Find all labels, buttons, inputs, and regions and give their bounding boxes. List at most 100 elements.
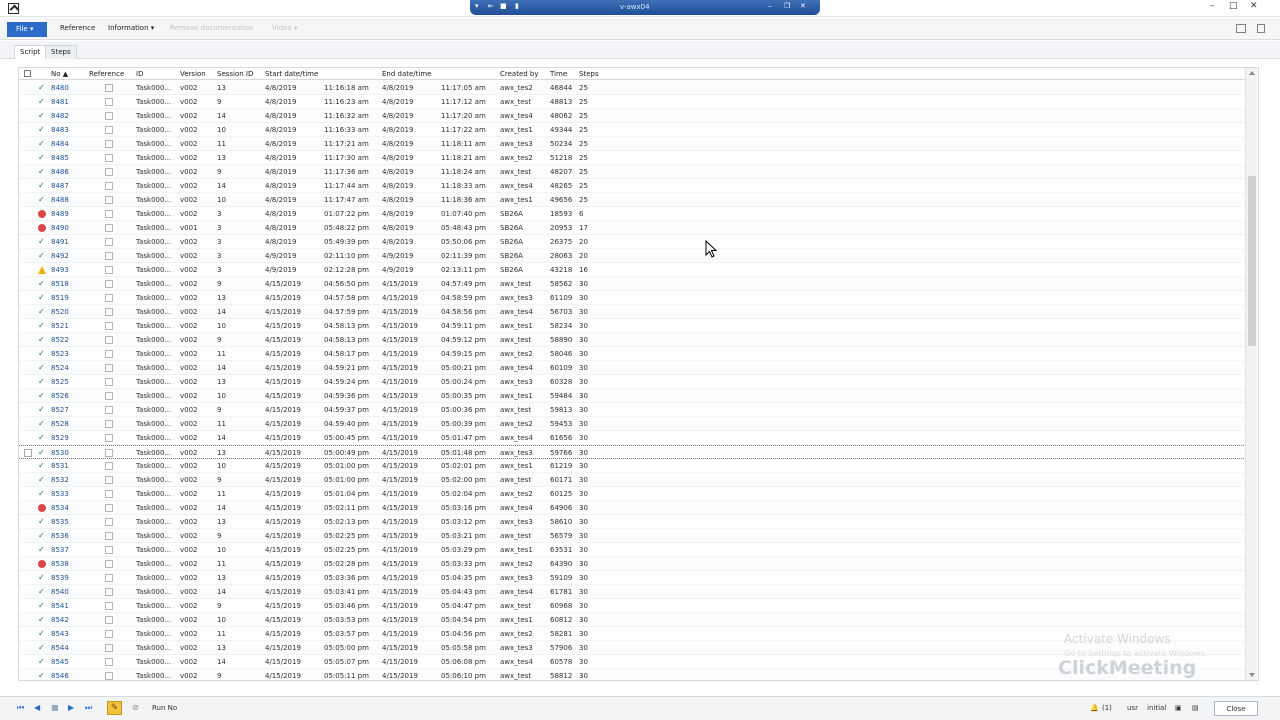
column-header-version[interactable]: Version: [180, 70, 206, 78]
table-row[interactable]: ✓ 8537 Task000... v002 10 4/15/2019 05:02:25 p…: [19, 543, 1250, 557]
reference-checkbox[interactable]: [105, 154, 113, 162]
reference-checkbox[interactable]: [105, 490, 113, 498]
table-row[interactable]: ✓ 8483 Task000... v002 10 4/8/2019 11:16:33 am…: [19, 123, 1250, 137]
notification-bell-icon[interactable]: 🔔: [1090, 704, 1099, 712]
minimize-icon[interactable]: –: [768, 2, 772, 10]
layout-icon[interactable]: [1236, 24, 1246, 33]
reference-checkbox[interactable]: [105, 322, 113, 330]
reference-checkbox[interactable]: [105, 98, 113, 106]
table-row[interactable]: ✓ 8488 Task000... v002 10 4/8/2019 11:17:47 am…: [19, 193, 1250, 207]
pin-icon[interactable]: ▾: [475, 2, 479, 10]
select-all-checkbox[interactable]: [24, 70, 31, 77]
reference-checkbox[interactable]: [105, 350, 113, 358]
reference-checkbox[interactable]: [105, 294, 113, 302]
table-row[interactable]: ✓ 8480 Task000... v002 13 4/8/2019 11:16:18 am…: [19, 81, 1250, 95]
reference-checkbox[interactable]: [105, 182, 113, 190]
table-row[interactable]: 8534 Task000... v002 14 4/15/2019 05:02:11 pm…: [19, 501, 1250, 515]
scroll-up-icon[interactable]: [1249, 71, 1255, 75]
table-row[interactable]: 8490 Task000... v001 3 4/8/2019 05:48:22 pm 4/…: [19, 221, 1250, 235]
tab-steps[interactable]: Steps: [45, 45, 77, 59]
reference-checkbox[interactable]: [105, 672, 113, 680]
table-row[interactable]: ✓ 8542 Task000... v002 10 4/15/2019 05:03:53 p…: [19, 613, 1250, 627]
column-header-reference[interactable]: Reference: [89, 70, 124, 78]
table-row[interactable]: 8493 Task000... v002 3 4/9/2019 02:12:28 pm 4/…: [19, 263, 1250, 277]
column-header-steps[interactable]: Steps: [579, 70, 599, 78]
reference-checkbox[interactable]: [105, 658, 113, 666]
column-header-created-by[interactable]: Created by: [500, 70, 539, 78]
tab-script[interactable]: Script: [14, 45, 47, 59]
edit-pencil-icon[interactable]: ✎: [107, 701, 122, 715]
reference-checkbox[interactable]: [105, 476, 113, 484]
minimize-icon[interactable]: –: [1210, 1, 1215, 11]
reference-checkbox[interactable]: [105, 238, 113, 246]
vertical-scrollbar[interactable]: [1245, 68, 1257, 680]
reference-checkbox[interactable]: [105, 280, 113, 288]
reference-checkbox[interactable]: [105, 378, 113, 386]
sidebar-icon[interactable]: [1257, 24, 1265, 33]
reference-checkbox[interactable]: [105, 210, 113, 218]
column-header-end[interactable]: End date/time: [382, 70, 432, 78]
column-header-start[interactable]: Start date/time: [265, 70, 318, 78]
maximize-icon[interactable]: □: [1229, 1, 1238, 11]
close-icon[interactable]: ✕: [1250, 1, 1258, 11]
table-row[interactable]: ✓ 8519 Task000... v002 13 4/15/2019 04:57:58 p…: [19, 291, 1250, 305]
reference-checkbox[interactable]: [105, 252, 113, 260]
reference-checkbox[interactable]: [105, 644, 113, 652]
table-row[interactable]: ✓ 8520 Task000... v002 14 4/15/2019 04:57:59 p…: [19, 305, 1250, 319]
table-row[interactable]: ✓ 8486 Task000... v002 9 4/8/2019 11:17:36 am 4…: [19, 165, 1250, 179]
reference-menu[interactable]: Reference: [60, 24, 95, 32]
table-row[interactable]: ✓ 8481 Task000... v002 9 4/8/2019 11:16:23 am 4…: [19, 95, 1250, 109]
table-row[interactable]: ✓ 8518 Task000... v002 9 4/15/2019 04:56:50 pm…: [19, 277, 1250, 291]
reference-checkbox[interactable]: [105, 308, 113, 316]
table-row[interactable]: 8538 Task000... v002 11 4/15/2019 05:02:28 pm…: [19, 557, 1250, 571]
column-header-id[interactable]: ID: [136, 70, 143, 78]
back-icon[interactable]: ⇤: [488, 2, 494, 10]
column-header-time[interactable]: Time: [550, 70, 567, 78]
table-row[interactable]: ✓ 8524 Task000... v002 14 4/15/2019 04:59:21 p…: [19, 361, 1250, 375]
table-row[interactable]: ✓ 8485 Task000... v002 13 4/8/2019 11:17:30 am…: [19, 151, 1250, 165]
table-row[interactable]: ✓ 8527 Task000... v002 9 4/15/2019 04:59:37 pm…: [19, 403, 1250, 417]
table-row[interactable]: ✓ 8533 Task000... v002 11 4/15/2019 05:01:04 p…: [19, 487, 1250, 501]
table-row[interactable]: ✓ 8531 Task000... v002 10 4/15/2019 05:01:00 p…: [19, 459, 1250, 473]
filter-icon[interactable]: ⊘: [132, 703, 139, 712]
next-record-icon[interactable]: ▶: [68, 703, 74, 712]
information-menu[interactable]: Information ▾: [108, 24, 154, 32]
table-row[interactable]: ✓ 8541 Task000... v002 9 4/15/2019 05:03:46 pm…: [19, 599, 1250, 613]
close-icon[interactable]: ✕: [800, 2, 806, 10]
table-row[interactable]: ✓ 8535 Task000... v002 13 4/15/2019 05:02:13 p…: [19, 515, 1250, 529]
reference-checkbox[interactable]: [105, 434, 113, 442]
reference-checkbox[interactable]: [105, 560, 113, 568]
file-menu-button[interactable]: File ▾: [7, 22, 47, 37]
reference-checkbox[interactable]: [105, 504, 113, 512]
close-button[interactable]: Close: [1214, 701, 1258, 716]
table-row[interactable]: ✓ 8482 Task000... v002 14 4/8/2019 11:16:32 am…: [19, 109, 1250, 123]
scrollbar-thumb[interactable]: [1248, 176, 1256, 346]
table-row[interactable]: ✓ 8532 Task000... v002 9 4/15/2019 05:01:00 pm…: [19, 473, 1250, 487]
reference-checkbox[interactable]: [105, 196, 113, 204]
reference-checkbox[interactable]: [105, 126, 113, 134]
table-row[interactable]: ✓ 8540 Task000... v002 14 4/15/2019 05:03:41 p…: [19, 585, 1250, 599]
remote-connection-bar[interactable]: ▾ ⇤ ■ ▮ v-awx04 – ❐ ✕: [470, 0, 820, 15]
table-row[interactable]: ✓ 8528 Task000... v002 11 4/15/2019 04:59:40 p…: [19, 417, 1250, 431]
column-header-session-id[interactable]: Session ID: [217, 70, 253, 78]
row-select-checkbox[interactable]: [24, 449, 32, 457]
reference-checkbox[interactable]: [105, 588, 113, 596]
reference-checkbox[interactable]: [105, 84, 113, 92]
table-row[interactable]: ✓ 8530 Task000... v002 13 4/15/2019 05:00:49 p…: [19, 445, 1250, 459]
reference-checkbox[interactable]: [105, 602, 113, 610]
reference-checkbox[interactable]: [105, 574, 113, 582]
table-row[interactable]: ✓ 8536 Task000... v002 9 4/15/2019 05:02:25 pm…: [19, 529, 1250, 543]
table-row[interactable]: ✓ 8487 Task000... v002 14 4/8/2019 11:17:44 am…: [19, 179, 1250, 193]
table-row[interactable]: ✓ 8529 Task000... v002 14 4/15/2019 05:00:45 p…: [19, 431, 1250, 445]
table-row[interactable]: ✓ 8522 Task000... v002 9 4/15/2019 04:58:13 pm…: [19, 333, 1250, 347]
scroll-down-icon[interactable]: [1249, 673, 1255, 677]
reference-checkbox[interactable]: [105, 462, 113, 470]
restore-icon[interactable]: ❐: [784, 2, 790, 10]
reference-checkbox[interactable]: [105, 518, 113, 526]
previous-record-icon[interactable]: ◀: [34, 703, 40, 712]
table-row[interactable]: ✓ 8525 Task000... v002 13 4/15/2019 04:59:24 p…: [19, 375, 1250, 389]
table-row[interactable]: ✓ 8539 Task000... v002 13 4/15/2019 05:03:36 p…: [19, 571, 1250, 585]
table-row[interactable]: ✓ 8526 Task000... v002 10 4/15/2019 04:59:36 p…: [19, 389, 1250, 403]
reference-checkbox[interactable]: [105, 392, 113, 400]
reference-checkbox[interactable]: [105, 140, 113, 148]
